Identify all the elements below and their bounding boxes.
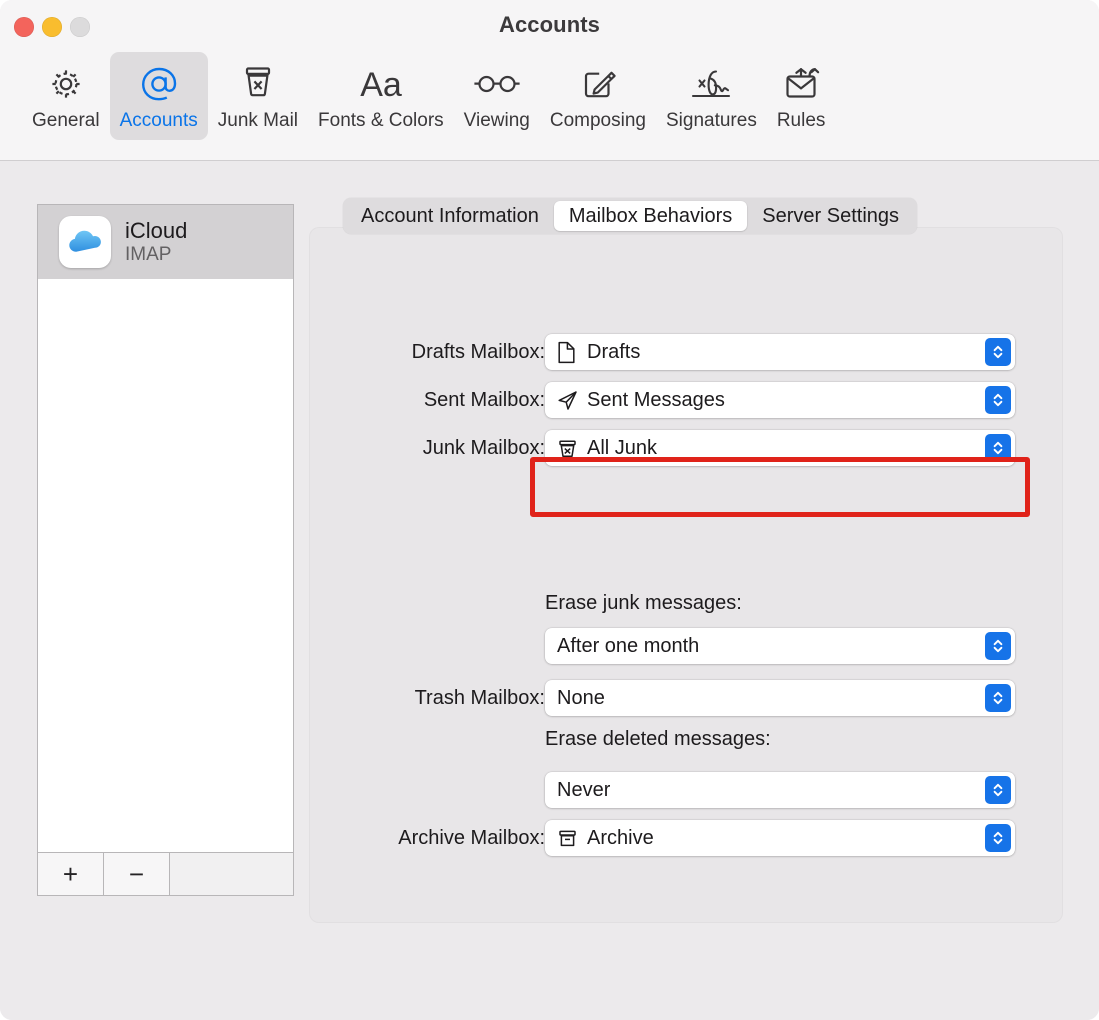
accounts-preferences-window: Accounts General Accounts Junk Mail Aa F… [0,0,1099,1020]
at-sign-icon [138,58,180,110]
drafts-mailbox-label-row: Drafts Mailbox: [310,334,545,370]
erase-junk-messages-stepper[interactable] [985,632,1011,660]
erase-junk-messages-label: Erase junk messages: [545,592,742,614]
account-list-item-text: iCloud IMAP [125,218,187,266]
tab-mailbox-behaviors[interactable]: Mailbox Behaviors [553,201,748,231]
tab-account-information[interactable]: Account Information [346,201,554,231]
glasses-icon [471,58,523,110]
junk-mailbox-value: All Junk [587,436,658,459]
document-icon [557,341,581,364]
titlebar: Accounts General Accounts Junk Mail Aa F… [0,0,1099,161]
compose-pencil-icon [577,58,619,110]
rules-envelope-icon [778,58,824,110]
erase-junk-messages-popup[interactable]: After one month [545,628,1015,664]
sent-mailbox-label: Sent Mailbox: [423,388,545,411]
erase-deleted-messages-popup[interactable]: Never [545,772,1015,808]
sent-mailbox-popup[interactable]: Sent Messages [545,382,1015,418]
trash-mailbox-value: None [557,686,605,709]
toolbar-item-composing[interactable]: Composing [540,52,656,140]
drafts-mailbox-popup[interactable]: Drafts [545,334,1015,370]
trash-mailbox-label: Trash Mailbox: [414,686,545,709]
preferences-content: iCloud IMAP + − Account Information Mail… [0,161,1099,1020]
junk-mailbox-stepper[interactable] [985,434,1011,462]
toolbar-item-label: Signatures [665,110,757,131]
account-type: IMAP [125,244,172,265]
add-account-button[interactable]: + [38,853,104,895]
account-list[interactable]: iCloud IMAP [37,204,294,852]
icloud-icon [59,216,111,268]
toolbar-item-label: General [32,110,100,131]
tab-server-settings[interactable]: Server Settings [747,201,914,231]
toolbar-item-label: Viewing [463,110,530,131]
toolbar-item-viewing[interactable]: Viewing [454,52,540,140]
toolbar-item-label: Rules [776,110,826,131]
erase-deleted-messages-label: Erase deleted messages: [545,728,771,750]
toolbar-item-fonts-and-colors[interactable]: Aa Fonts & Colors [308,52,454,140]
font-aa-icon: Aa [352,58,410,110]
junk-mailbox-popup[interactable]: All Junk [545,430,1015,466]
archive-mailbox-label: Archive Mailbox: [398,826,545,849]
drafts-mailbox-stepper[interactable] [985,338,1011,366]
window-title: Accounts [498,12,601,37]
remove-account-button[interactable]: − [104,853,170,895]
junk-trash-icon [557,438,581,459]
toolbar-item-junk-mail[interactable]: Junk Mail [208,52,308,140]
erase-junk-messages-value: After one month [557,634,700,657]
drafts-mailbox-value: Drafts [587,340,641,363]
toolbar-item-label: Accounts [119,110,198,131]
mailbox-behaviors-form: Drafts Mailbox: Drafts Sent Mailbox: Sen… [310,228,1062,922]
toolbar-item-signatures[interactable]: Signatures [656,52,767,140]
paper-plane-icon [557,390,581,411]
account-controls-spacer [170,853,293,895]
trash-mailbox-popup[interactable]: None [545,680,1015,716]
accounts-sidebar: iCloud IMAP + − [37,204,294,1020]
sent-mailbox-label-row: Sent Mailbox: [310,382,545,418]
drafts-mailbox-label: Drafts Mailbox: [411,340,545,363]
account-list-controls: + − [37,852,294,896]
toolbar-item-general[interactable]: General [22,52,110,140]
archive-mailbox-popup[interactable]: Archive [545,820,1015,856]
junk-mailbox-label: Junk Mailbox: [422,436,545,459]
junk-mailbox-label-row: Junk Mailbox: [310,430,545,466]
junk-trash-icon [238,58,278,110]
svg-text:Aa: Aa [360,66,402,104]
archive-mailbox-label-row: Archive Mailbox: [310,820,545,856]
archive-box-icon [557,828,581,849]
account-list-item-icloud[interactable]: iCloud IMAP [38,205,293,279]
trash-mailbox-label-row: Trash Mailbox: [310,680,545,716]
account-name: iCloud [125,218,188,243]
archive-mailbox-stepper[interactable] [985,824,1011,852]
toolbar-item-label: Junk Mail [217,110,299,131]
erase-deleted-messages-stepper[interactable] [985,776,1011,804]
sent-mailbox-stepper[interactable] [985,386,1011,414]
toolbar-item-accounts[interactable]: Accounts [109,52,208,140]
gear-icon [46,58,86,110]
trash-mailbox-stepper[interactable] [985,684,1011,712]
toolbar-item-rules[interactable]: Rules [767,52,836,140]
sent-mailbox-value: Sent Messages [587,388,725,411]
toolbar-item-label: Fonts & Colors [318,110,444,131]
settings-tabbar: Account Information Mailbox Behaviors Se… [343,198,918,234]
erase-deleted-messages-value: Never [557,778,611,801]
toolbar-item-label: Composing [549,110,646,131]
preferences-toolbar: General Accounts Junk Mail Aa Fonts & Co… [0,52,1099,152]
archive-mailbox-value: Archive [587,826,654,849]
signature-icon [685,58,737,110]
